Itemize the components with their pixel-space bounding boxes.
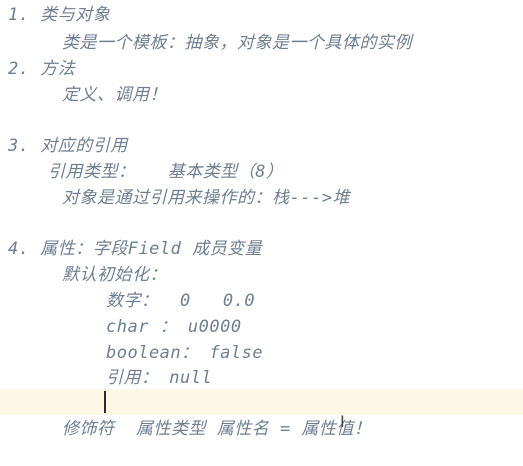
heading-attributes: 4. 属性：字段Field 成员变量 [8,239,263,259]
note-stack-heap: 对象是通过引用来操作的：栈--->堆 [62,188,350,208]
note-class-template: 类是一个模板：抽象，对象是一个具体的实例 [62,33,412,53]
current-line-highlight [0,389,523,415]
note-define-call: 定义、调用！ [62,85,167,105]
text-caret[interactable] [104,391,106,413]
note-char-default: char ： u0000 [106,317,242,337]
text-cursor-icon: I [340,412,345,431]
note-reference-types: 引用类型： 基本类型（8） [48,162,284,182]
note-boolean-default: boolean： false [106,343,264,363]
heading-class-object: 1. 类与对象 [8,5,111,25]
note-attribute-syntax: 修饰符 属性类型 属性名 = 属性值！ [62,419,372,439]
note-default-init: 默认初始化： [62,265,167,285]
note-reference-default: 引用： null [106,368,213,388]
note-number-default: 数字： 0 0.0 [106,291,256,311]
heading-references: 3. 对应的引用 [8,136,128,156]
heading-methods: 2. 方法 [8,59,76,79]
